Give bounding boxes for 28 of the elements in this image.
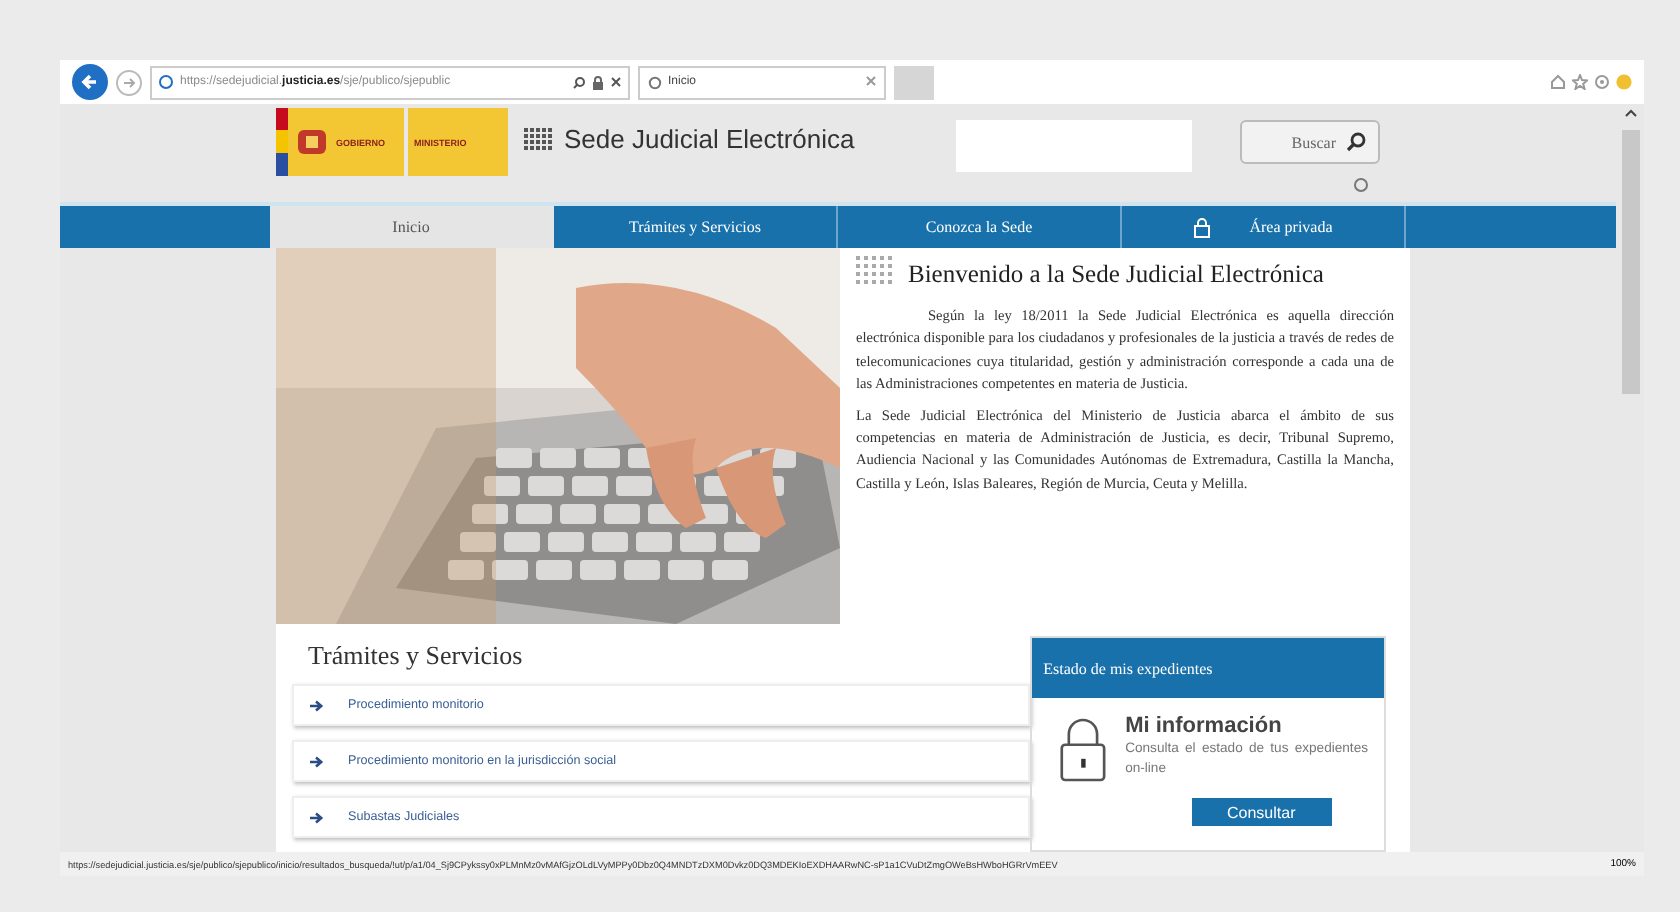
search-button[interactable]: Buscar xyxy=(1240,120,1380,164)
home-icon[interactable] xyxy=(1550,74,1566,90)
lock-icon xyxy=(592,75,604,89)
new-tab-button[interactable] xyxy=(894,65,934,99)
scroll-up-icon[interactable] xyxy=(1623,108,1637,118)
lock-icon xyxy=(1193,217,1210,238)
forward-button[interactable] xyxy=(116,69,142,95)
arrow-icon xyxy=(310,699,324,711)
close-icon[interactable] xyxy=(610,76,622,88)
welcome-title: Bienvenido a la Sede Judicial Electrónica xyxy=(908,259,1324,289)
search-icon xyxy=(1346,132,1366,152)
star-icon[interactable] xyxy=(1572,74,1588,90)
nav-tab[interactable]: Inicio xyxy=(270,206,554,248)
scrollbar-thumb[interactable] xyxy=(1621,130,1639,394)
dots-icon xyxy=(524,127,556,151)
lock-icon xyxy=(1059,714,1106,786)
settings-icon[interactable] xyxy=(1594,74,1610,90)
arrow-icon xyxy=(310,755,324,767)
search-icon[interactable] xyxy=(572,75,586,89)
info-heading: Mi información xyxy=(1125,714,1284,738)
back-button[interactable] xyxy=(72,64,108,100)
back-arrow-icon xyxy=(80,72,100,92)
arrow-icon xyxy=(310,811,324,823)
panel-title: Estado de mis expedientes xyxy=(1031,638,1384,698)
forward-arrow-icon xyxy=(122,75,136,89)
site-title: Sede Judicial Electrónica xyxy=(524,124,855,154)
section-title: Trámites y Servicios xyxy=(308,640,525,672)
consult-button[interactable]: Consultar xyxy=(1191,798,1332,826)
